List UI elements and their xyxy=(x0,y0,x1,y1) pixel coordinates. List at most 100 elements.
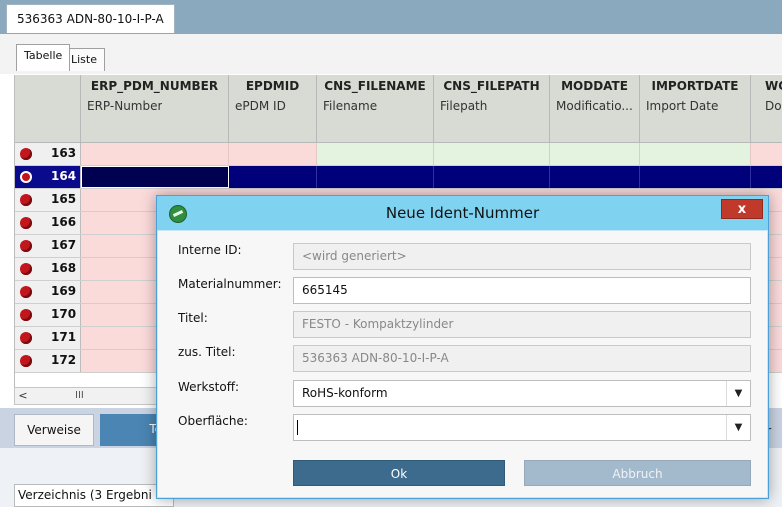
row-header[interactable]: 171 xyxy=(15,327,81,349)
titel-field: FESTO - Kompaktzylinder xyxy=(293,311,751,338)
row-header[interactable]: 164 xyxy=(15,166,81,188)
row-header[interactable]: 165 xyxy=(15,189,81,211)
column-caption: ERP-Number xyxy=(87,99,163,113)
tab-verweise[interactable]: Verweise xyxy=(14,414,94,446)
row-number: 165 xyxy=(51,192,77,206)
status-red-icon xyxy=(20,332,32,344)
chevron-down-icon[interactable]: ▼ xyxy=(726,415,750,440)
row-number: 172 xyxy=(51,353,77,367)
werkstoff-label: Werkstoff: xyxy=(178,380,240,394)
table-cell[interactable] xyxy=(434,143,550,165)
table-cell[interactable] xyxy=(317,143,434,165)
column-name: WO xyxy=(765,79,782,93)
table-row[interactable]: 163 xyxy=(15,143,782,166)
column-header-cns-filename[interactable]: CNS_FILENAME Filename xyxy=(317,75,434,143)
table-cell[interactable] xyxy=(550,143,640,165)
status-red-icon xyxy=(20,171,32,183)
table-row-selected[interactable]: 164 xyxy=(15,166,782,189)
oberflaeche-select[interactable]: ▼ xyxy=(293,414,751,441)
werkstoff-value: RoHS-konform xyxy=(302,386,388,400)
dialog-body: Interne ID: <wird generiert> Materialnum… xyxy=(157,230,768,498)
column-name: CNS_FILENAME xyxy=(324,79,426,93)
dialog-title: Neue Ident-Nummer xyxy=(385,204,540,222)
close-button[interactable]: x xyxy=(721,199,763,219)
row-number: 168 xyxy=(51,261,77,275)
document-tab-bar: 536363 ADN-80-10-I-P-A xyxy=(0,0,782,34)
table-cell[interactable] xyxy=(751,143,782,165)
table-corner-header xyxy=(15,75,81,143)
table-cell-focused[interactable] xyxy=(81,166,229,188)
column-header-moddate[interactable]: MODDATE Modificatio... xyxy=(550,75,640,143)
status-red-icon xyxy=(20,148,32,160)
interne-id-field: <wird generiert> xyxy=(293,243,751,270)
text-cursor xyxy=(297,420,298,435)
column-header-epdmid[interactable]: EPDMID ePDM ID xyxy=(229,75,317,143)
dialog-titlebar[interactable]: Neue Ident-Nummer x xyxy=(157,196,768,230)
column-name: EPDMID xyxy=(245,79,300,93)
status-red-icon xyxy=(20,240,32,252)
row-header[interactable]: 170 xyxy=(15,304,81,326)
row-header[interactable]: 168 xyxy=(15,258,81,280)
result-panel-header[interactable]: Verzeichnis (3 Ergebni xyxy=(14,484,174,507)
table-cell[interactable] xyxy=(550,166,640,188)
row-header[interactable]: 167 xyxy=(15,235,81,257)
zus-titel-field: 536363 ADN-80-10-I-P-A xyxy=(293,345,751,372)
table-cell[interactable] xyxy=(640,166,751,188)
cancel-button[interactable]: Abbruch xyxy=(524,460,751,486)
row-number: 169 xyxy=(51,284,77,298)
row-number: 171 xyxy=(51,330,77,344)
status-red-icon xyxy=(20,309,32,321)
column-caption: Import Date xyxy=(646,99,719,113)
row-header[interactable]: 169 xyxy=(15,281,81,303)
oberflaeche-label: Oberfläche: xyxy=(178,414,248,428)
table-cell[interactable] xyxy=(640,143,751,165)
status-red-icon xyxy=(20,217,32,229)
column-name: MODDATE xyxy=(561,79,628,93)
materialnummer-input[interactable]: 665145 xyxy=(293,277,751,304)
status-red-icon xyxy=(20,355,32,367)
row-number: 166 xyxy=(51,215,77,229)
column-caption: Filepath xyxy=(440,99,488,113)
tab-tabelle[interactable]: Tabelle xyxy=(16,44,71,71)
column-header-importdate[interactable]: IMPORTDATE Import Date xyxy=(640,75,751,143)
column-name: CNS_FILEPATH xyxy=(443,79,540,93)
interne-id-label: Interne ID: xyxy=(178,243,242,257)
row-number: 170 xyxy=(51,307,77,321)
status-red-icon xyxy=(20,194,32,206)
scroll-left-arrow-icon[interactable]: < xyxy=(17,389,29,403)
scroll-thumb[interactable]: III xyxy=(75,390,84,401)
column-caption: Modificatio... xyxy=(556,99,633,113)
status-red-icon xyxy=(20,286,32,298)
column-caption: Doku xyxy=(765,99,782,113)
row-header[interactable]: 163 xyxy=(15,143,81,165)
chevron-down-icon[interactable]: ▼ xyxy=(726,381,750,406)
table-cell[interactable] xyxy=(317,166,434,188)
document-tab[interactable]: 536363 ADN-80-10-I-P-A xyxy=(6,4,175,33)
neue-ident-nummer-dialog: Neue Ident-Nummer x Interne ID: <wird ge… xyxy=(156,195,769,499)
titel-label: Titel: xyxy=(178,311,208,325)
table-cell[interactable] xyxy=(751,166,782,188)
row-header[interactable]: 166 xyxy=(15,212,81,234)
column-name: IMPORTDATE xyxy=(651,79,739,93)
column-header-cns-filepath[interactable]: CNS_FILEPATH Filepath xyxy=(434,75,550,143)
column-header-erp-pdm-number[interactable]: ERP_PDM_NUMBER ERP-Number xyxy=(81,75,229,143)
zus-titel-label: zus. Titel: xyxy=(178,345,236,359)
ok-button[interactable]: Ok xyxy=(293,460,505,486)
table-cell[interactable] xyxy=(229,143,317,165)
horizontal-scrollbar[interactable]: < III xyxy=(14,387,164,405)
table-cell[interactable] xyxy=(434,166,550,188)
werkstoff-select[interactable]: RoHS-konform ▼ xyxy=(293,380,751,407)
status-red-icon xyxy=(20,263,32,275)
row-header[interactable]: 172 xyxy=(15,350,81,372)
row-number: 163 xyxy=(51,146,77,160)
materialnummer-label: Materialnummer: xyxy=(178,277,282,291)
column-caption: Filename xyxy=(323,99,378,113)
view-tab-strip: Tabelle Liste xyxy=(0,34,782,74)
column-name: ERP_PDM_NUMBER xyxy=(90,79,219,93)
column-caption: ePDM ID xyxy=(235,99,286,113)
column-header-wo[interactable]: WO Doku xyxy=(751,75,782,143)
row-number: 167 xyxy=(51,238,77,252)
table-cell[interactable] xyxy=(229,166,317,188)
table-cell[interactable] xyxy=(81,143,229,165)
row-number: 164 xyxy=(51,169,77,183)
